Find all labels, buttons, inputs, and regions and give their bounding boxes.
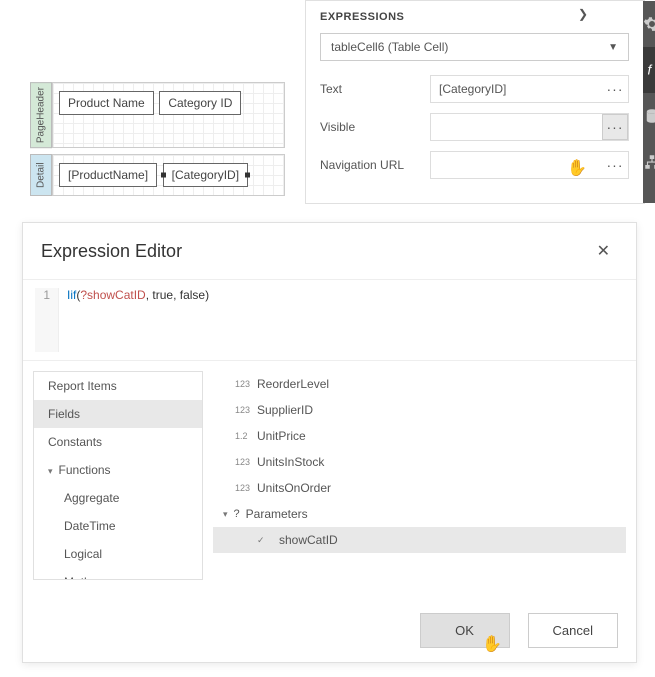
prop-input-visible[interactable] bbox=[431, 120, 602, 134]
element-selector-value: tableCell6 (Table Cell) bbox=[331, 40, 448, 54]
expression-text[interactable]: Iif(?showCatID, true, false) bbox=[59, 288, 209, 352]
integer-type-icon: 123 bbox=[235, 483, 251, 493]
category-aggregate[interactable]: Aggregate bbox=[34, 484, 202, 512]
ellipsis-button-navigation-url[interactable]: ··· bbox=[602, 152, 628, 178]
svg-text:f: f bbox=[648, 63, 653, 78]
expressions-panel-title: EXPRESSIONS bbox=[320, 11, 404, 23]
expression-editor-dialog: Expression Editor ✕ 1 Iif(?showCatID, tr… bbox=[22, 222, 637, 663]
ellipsis-button-text[interactable]: ··· bbox=[602, 76, 628, 102]
category-report-items[interactable]: Report Items bbox=[34, 372, 202, 400]
integer-type-icon: 123 bbox=[235, 379, 251, 389]
category-math[interactable]: Math bbox=[34, 568, 202, 580]
category-fields[interactable]: Fields bbox=[34, 400, 202, 428]
tree-icon bbox=[643, 153, 655, 171]
function-icon: f bbox=[643, 61, 655, 79]
detail-band-label: Detail bbox=[30, 154, 52, 196]
page-header-band: PageHeader Product Name Category ID bbox=[30, 82, 285, 148]
prop-row-visible: Visible ··· bbox=[320, 113, 629, 141]
page-header-band-label: PageHeader bbox=[30, 82, 52, 148]
collapse-panel-icon[interactable]: ❯ bbox=[578, 7, 588, 21]
prop-label-text: Text bbox=[320, 82, 430, 96]
prop-row-text: Text ··· bbox=[320, 75, 629, 103]
ok-button[interactable]: OK bbox=[420, 613, 510, 648]
parameter-showcatid[interactable]: ✓showCatID bbox=[213, 527, 626, 553]
parameter-type-icon: ? bbox=[234, 508, 240, 520]
page-header-band-content[interactable]: Product Name Category ID bbox=[52, 82, 285, 148]
prop-input-navigation-url[interactable] bbox=[431, 158, 602, 172]
side-tab-strip: f bbox=[643, 1, 655, 203]
field-supplierid[interactable]: 123SupplierID bbox=[213, 397, 626, 423]
field-reorderlevel[interactable]: 123ReorderLevel bbox=[213, 371, 626, 397]
detail-cell-category-id[interactable]: [CategoryID] bbox=[163, 163, 248, 187]
prop-input-text[interactable] bbox=[431, 82, 602, 96]
line-number: 1 bbox=[35, 288, 59, 352]
structure-tab[interactable] bbox=[643, 139, 655, 185]
check-icon: ✓ bbox=[257, 535, 273, 546]
gear-icon bbox=[643, 15, 655, 33]
header-cell-category-id[interactable]: Category ID bbox=[159, 91, 241, 115]
data-tab[interactable] bbox=[643, 93, 655, 139]
element-selector-dropdown[interactable]: tableCell6 (Table Cell) ▼ bbox=[320, 33, 629, 61]
report-design-surface: PageHeader Product Name Category ID Deta… bbox=[30, 82, 285, 202]
detail-cell-product-name[interactable]: [ProductName] bbox=[59, 163, 157, 187]
category-constants[interactable]: Constants bbox=[34, 428, 202, 456]
cancel-button[interactable]: Cancel bbox=[528, 613, 618, 648]
header-cell-product-name[interactable]: Product Name bbox=[59, 91, 154, 115]
settings-tab[interactable] bbox=[643, 1, 655, 47]
field-list[interactable]: 123ReorderLevel 123SupplierID 1.2UnitPri… bbox=[213, 371, 626, 580]
prop-label-visible: Visible bbox=[320, 120, 430, 134]
detail-band-content[interactable]: [ProductName] [CategoryID] bbox=[52, 154, 285, 196]
detail-band: Detail [ProductName] [CategoryID] bbox=[30, 154, 285, 196]
category-datetime[interactable]: DateTime bbox=[34, 512, 202, 540]
expression-browser: Report Items Fields Constants Functions … bbox=[23, 360, 636, 590]
expressions-tab[interactable]: f bbox=[643, 47, 655, 93]
expression-code-editor[interactable]: 1 Iif(?showCatID, true, false) bbox=[23, 280, 636, 360]
category-logical[interactable]: Logical bbox=[34, 540, 202, 568]
integer-type-icon: 123 bbox=[235, 457, 251, 467]
category-functions[interactable]: Functions bbox=[34, 456, 202, 484]
caret-down-icon: ▼ bbox=[608, 42, 618, 53]
integer-type-icon: 123 bbox=[235, 405, 251, 415]
prop-label-navigation-url: Navigation URL bbox=[320, 158, 430, 172]
category-list[interactable]: Report Items Fields Constants Functions … bbox=[33, 371, 203, 580]
ellipsis-button-visible[interactable]: ··· bbox=[602, 114, 628, 140]
field-unitsinstock[interactable]: 123UnitsInStock bbox=[213, 449, 626, 475]
close-button[interactable]: ✕ bbox=[589, 237, 618, 265]
field-unitprice[interactable]: 1.2UnitPrice bbox=[213, 423, 626, 449]
decimal-type-icon: 1.2 bbox=[235, 431, 251, 441]
prop-row-navigation-url: Navigation URL ··· bbox=[320, 151, 629, 179]
expression-editor-title: Expression Editor bbox=[41, 241, 182, 262]
parameters-group[interactable]: ?Parameters bbox=[213, 501, 626, 527]
database-icon bbox=[643, 107, 655, 125]
expressions-panel: ❯ EXPRESSIONS tableCell6 (Table Cell) ▼ … bbox=[305, 0, 645, 204]
field-unitsonorder[interactable]: 123UnitsOnOrder bbox=[213, 475, 626, 501]
